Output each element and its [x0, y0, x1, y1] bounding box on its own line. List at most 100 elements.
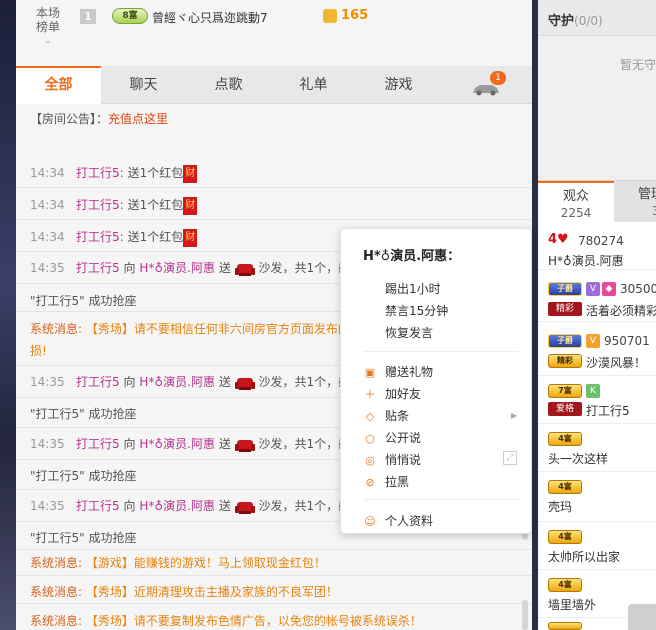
- system-tag: 系统消息:: [30, 322, 83, 336]
- wealth-badge: 7富: [548, 384, 582, 398]
- family-badge: 精彩: [548, 302, 582, 316]
- user-id: 780274: [578, 234, 624, 248]
- coin-icon: [323, 9, 337, 23]
- msg-text: 沙发，共1个，感: [258, 375, 351, 389]
- whisper-icon: ◎: [365, 454, 375, 467]
- sticker-item[interactable]: ◇ 贴条: [363, 407, 409, 424]
- msg-target[interactable]: H*♁演员.阿惠: [139, 261, 215, 275]
- msg-time: 14:35: [30, 261, 65, 275]
- chat-message: 14:34 打工行5: 送1个红包财: [16, 188, 532, 220]
- menu-label: 加好友: [385, 387, 422, 401]
- menu-label: 拉黑: [385, 475, 410, 489]
- msg-text: 向: [123, 261, 136, 275]
- msg-text: 送: [218, 261, 231, 275]
- msg-user[interactable]: 打工行5:: [76, 166, 124, 180]
- user-name: 太帅所以出家: [548, 550, 621, 564]
- chat-assistant-icon[interactable]: [628, 604, 656, 630]
- wealth-badge: 4富: [548, 480, 582, 494]
- msg-target[interactable]: H*♁演员.阿惠: [139, 437, 215, 451]
- msg-user[interactable]: 打工行5:: [76, 198, 124, 212]
- msg-text: 沙发，共1个，感: [258, 437, 351, 451]
- chevron-right-icon: ▶: [511, 411, 518, 420]
- manage-count: 3: [652, 204, 656, 218]
- tab-audience[interactable]: 观众 2254: [538, 181, 614, 223]
- msg-text: 送: [218, 375, 231, 389]
- msg-user[interactable]: 打工行5: [76, 261, 120, 275]
- audience-item[interactable]: 4富 头一次这样: [538, 424, 656, 472]
- msg-user[interactable]: 打工行5: [76, 375, 120, 389]
- room-notice: 【房间公告】：充值点这里: [30, 110, 168, 127]
- rank-position: 1: [80, 9, 96, 24]
- scroll-thumb[interactable]: [522, 600, 528, 630]
- audience-tabs: 观众 2254 管理 3: [538, 180, 656, 223]
- plus-icon: ＋: [364, 388, 376, 401]
- system-tag: 系统消息:: [30, 585, 83, 599]
- rank-user-name[interactable]: 曾經ヾ心只爲迩跳動7: [152, 9, 268, 26]
- msg-text: 【秀场】请不要复制发布色情广告，以免您的帐号被系统误杀！: [85, 614, 422, 628]
- msg-user[interactable]: 打工行5: [76, 499, 120, 513]
- menu-label: 个人资料: [385, 514, 434, 528]
- sofa-icon: [234, 501, 255, 514]
- whisper-item[interactable]: ◎ 悄悄说: [363, 451, 421, 468]
- wealth-badge: [548, 622, 582, 630]
- red-envelope-icon: 财: [183, 196, 198, 215]
- tab-games[interactable]: 游戏: [356, 66, 441, 104]
- public-chat-item[interactable]: ○ 公开说: [363, 429, 421, 446]
- system-tag: 系统消息:: [30, 614, 83, 628]
- send-gift-item[interactable]: ▣ 赠送礼物: [363, 363, 433, 380]
- system-tag: 系统消息:: [30, 556, 83, 570]
- car-notification-badge: 1: [490, 71, 506, 85]
- user-name: 沙漠风暴！: [586, 356, 647, 370]
- kick-1-hour-item[interactable]: 踢出1小时: [385, 280, 441, 297]
- msg-text: 损!: [30, 344, 47, 358]
- msg-user[interactable]: 打工行5:: [76, 230, 124, 244]
- msg-text: 【秀场】请不要相信任何非六间房官方页面发布的: [85, 322, 350, 336]
- audience-item[interactable]: 4♥ 780274 H*♁演员.阿惠: [538, 222, 656, 270]
- recharge-link[interactable]: 充值点这里: [108, 112, 168, 126]
- block-icon: ⊘: [365, 476, 375, 489]
- audience-item[interactable]: 子爵 V ◆ 30500 精彩 活着必须精彩: [538, 270, 656, 322]
- tab-all[interactable]: 全部: [16, 66, 101, 104]
- sofa-icon: [234, 263, 255, 276]
- tab-manage-label: 管理: [638, 187, 656, 202]
- msg-target[interactable]: H*♁演员.阿惠: [139, 499, 215, 513]
- mute-15-min-item[interactable]: 禁言15分钟: [385, 302, 448, 319]
- guard-empty-text: 暂无守: [620, 58, 656, 72]
- user-id: 950701: [604, 334, 650, 348]
- msg-user[interactable]: 打工行5: [76, 437, 120, 451]
- sofa-icon: [234, 377, 255, 390]
- rank-label-line1: 本场: [35, 6, 60, 20]
- audience-count: 2254: [560, 206, 592, 220]
- audience-item[interactable]: 7富 K 爱格 打工行5: [538, 376, 656, 424]
- restore-speech-item[interactable]: 恢复发言: [385, 324, 433, 341]
- right-panel: 守护(0/0) 暂无守 观众 2254 管理 3 4♥ 780274 H*♁演员.阿…: [538, 0, 656, 630]
- level-k-icon: K: [586, 384, 600, 398]
- tab-chat[interactable]: 聊天: [101, 66, 186, 104]
- msg-text: 送1个红包: [127, 198, 184, 212]
- menu-label: 公开说: [385, 431, 422, 445]
- wealth-badge: 4富: [548, 432, 582, 446]
- user-name: 头一次这样: [548, 452, 609, 466]
- audience-item[interactable]: 4富 太帅所以出家: [538, 522, 656, 570]
- tab-songs[interactable]: 点歌: [186, 66, 271, 104]
- audience-item[interactable]: 4富 壳玛: [538, 472, 656, 522]
- msg-text: "打工行5" 成功抢座: [30, 407, 137, 421]
- expand-icon[interactable]: ⤢: [503, 451, 517, 465]
- msg-target[interactable]: H*♁演员.阿惠: [139, 375, 215, 389]
- tab-manage[interactable]: 管理 3: [614, 181, 656, 223]
- msg-text: "打工行5" 成功抢座: [30, 531, 137, 545]
- vip-icon: V: [586, 334, 600, 348]
- msg-time: 14:35: [30, 375, 65, 389]
- msg-text: "打工行5" 成功抢座: [30, 294, 137, 308]
- profile-item[interactable]: ☺ 个人资料: [363, 512, 433, 529]
- tab-gifts[interactable]: 礼单: [271, 66, 356, 104]
- user-context-menu: H*♁演员.阿惠： 踢出1小时 禁言15分钟 恢复发言 ▣ 赠送礼物 ＋ 加好友 ◇…: [340, 228, 532, 534]
- msg-text: 送1个红包: [127, 230, 184, 244]
- block-item[interactable]: ⊘ 拉黑: [363, 473, 409, 490]
- guard-header: 守护(0/0): [538, 0, 656, 36]
- add-friend-item[interactable]: ＋ 加好友: [363, 385, 422, 402]
- msg-time: 14:34: [30, 198, 65, 212]
- rank-list-toggle[interactable]: 本场 榜单 ⌄: [30, 6, 66, 48]
- audience-item[interactable]: 子爵 V 950701 精彩 沙漠风暴！: [538, 322, 656, 376]
- msg-text: "打工行5" 成功抢座: [30, 469, 137, 483]
